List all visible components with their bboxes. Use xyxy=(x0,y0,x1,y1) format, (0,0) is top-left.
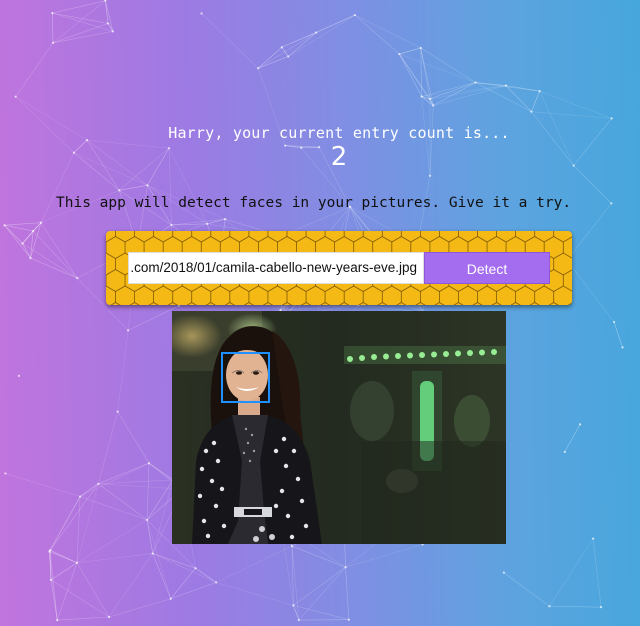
intro-text: This app will detect faces in your pictu… xyxy=(56,195,572,211)
photo-illustration xyxy=(172,311,506,544)
image-url-input[interactable]: .com/2018/01/camila-cabello-new-years-ev… xyxy=(128,252,424,284)
entry-count-message: Harry, your current entry count is... xyxy=(168,124,510,142)
entry-count-value: 2 xyxy=(330,142,348,172)
image-link-form: .com/2018/01/camila-cabello-new-years-ev… xyxy=(106,231,572,305)
app-root: Harry, your current entry count is... 2 … xyxy=(0,0,640,626)
image-url-input-value: .com/2018/01/camila-cabello-new-years-ev… xyxy=(130,260,417,275)
result-image xyxy=(172,311,506,544)
face-bounding-box xyxy=(221,352,270,403)
detect-button[interactable]: Detect xyxy=(424,252,550,284)
